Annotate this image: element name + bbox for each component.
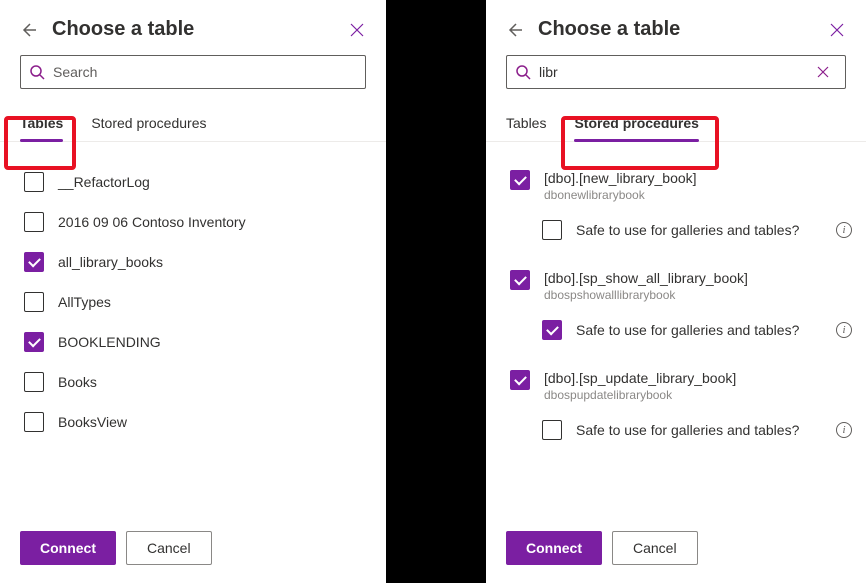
search-container <box>0 55 386 99</box>
cancel-button[interactable]: Cancel <box>126 531 212 565</box>
checkbox[interactable] <box>24 372 44 392</box>
proc-sublabel: dbospshowalllibrarybook <box>544 288 748 302</box>
proc-list[interactable]: [dbo].[new_library_book] dbonewlibraryboo… <box>486 142 866 519</box>
tab-tables[interactable]: Tables <box>20 105 63 141</box>
checkbox[interactable] <box>24 252 44 272</box>
checkbox[interactable] <box>24 212 44 232</box>
proc-group: [dbo].[new_library_book] dbonewlibraryboo… <box>510 162 852 250</box>
tab-tables[interactable]: Tables <box>506 105 546 141</box>
dialog-title: Choose a table <box>538 18 828 41</box>
checkbox[interactable] <box>24 412 44 432</box>
info-icon[interactable]: i <box>836 222 852 238</box>
dialog-choose-table-left: Choose a table Tables Stored procedures … <box>0 0 386 583</box>
safe-row[interactable]: Safe to use for galleries and tables? i <box>510 210 852 250</box>
safe-label: Safe to use for galleries and tables? <box>576 322 799 338</box>
back-icon[interactable] <box>506 20 526 40</box>
proc-label: [dbo].[new_library_book] <box>544 170 697 186</box>
tab-bar: Tables Stored procedures <box>486 105 866 142</box>
table-label: BooksView <box>58 414 127 430</box>
dialog-header: Choose a table <box>486 0 866 55</box>
search-box[interactable] <box>20 55 366 89</box>
dialog-header: Choose a table <box>0 0 386 55</box>
safe-row[interactable]: Safe to use for galleries and tables? i <box>510 310 852 350</box>
dialog-footer: Connect Cancel <box>0 519 386 583</box>
proc-label: [dbo].[sp_update_library_book] <box>544 370 736 386</box>
table-label: __RefactorLog <box>58 174 150 190</box>
safe-label: Safe to use for galleries and tables? <box>576 222 799 238</box>
search-box[interactable] <box>506 55 846 89</box>
proc-sublabel: dbonewlibrarybook <box>544 188 697 202</box>
proc-row[interactable]: [dbo].[sp_update_library_book] dbospupdat… <box>510 362 852 410</box>
dialog-footer: Connect Cancel <box>486 519 866 583</box>
table-row[interactable]: Books <box>24 362 372 402</box>
dialog-choose-table-right: Choose a table Tables Stored procedures … <box>486 0 866 583</box>
tab-stored-procedures[interactable]: Stored procedures <box>574 105 698 141</box>
search-input[interactable] <box>539 64 817 80</box>
connect-button[interactable]: Connect <box>20 531 116 565</box>
table-list[interactable]: __RefactorLog 2016 09 06 Contoso Inventor… <box>0 142 386 519</box>
table-row[interactable]: AllTypes <box>24 282 372 322</box>
info-icon[interactable]: i <box>836 422 852 438</box>
close-icon[interactable] <box>828 21 846 39</box>
checkbox[interactable] <box>542 220 562 240</box>
tab-stored-procedures[interactable]: Stored procedures <box>91 105 206 141</box>
safe-label: Safe to use for galleries and tables? <box>576 422 799 438</box>
safe-row[interactable]: Safe to use for galleries and tables? i <box>510 410 852 450</box>
proc-sublabel: dbospupdatelibrarybook <box>544 388 736 402</box>
checkbox[interactable] <box>510 370 530 390</box>
proc-row[interactable]: [dbo].[sp_show_all_library_book] dbospsho… <box>510 262 852 310</box>
checkbox[interactable] <box>24 332 44 352</box>
search-container <box>486 55 866 99</box>
proc-label: [dbo].[sp_show_all_library_book] <box>544 270 748 286</box>
search-input[interactable] <box>53 64 357 80</box>
table-row[interactable]: 2016 09 06 Contoso Inventory <box>24 202 372 242</box>
dialog-title: Choose a table <box>52 18 348 41</box>
table-row[interactable]: BooksView <box>24 402 372 442</box>
table-label: Books <box>58 374 97 390</box>
back-icon[interactable] <box>20 20 40 40</box>
table-label: BOOKLENDING <box>58 334 161 350</box>
table-row[interactable]: BOOKLENDING <box>24 322 372 362</box>
checkbox[interactable] <box>24 292 44 312</box>
checkbox[interactable] <box>542 320 562 340</box>
proc-group: [dbo].[sp_show_all_library_book] dbospsho… <box>510 262 852 350</box>
connect-button[interactable]: Connect <box>506 531 602 565</box>
checkbox[interactable] <box>510 170 530 190</box>
checkbox[interactable] <box>24 172 44 192</box>
search-icon <box>29 64 45 80</box>
tab-bar: Tables Stored procedures <box>0 105 386 142</box>
info-icon[interactable]: i <box>836 322 852 338</box>
cancel-button[interactable]: Cancel <box>612 531 698 565</box>
table-label: AllTypes <box>58 294 111 310</box>
checkbox[interactable] <box>542 420 562 440</box>
proc-group: [dbo].[sp_update_library_book] dbospupdat… <box>510 362 852 450</box>
search-icon <box>515 64 531 80</box>
table-row[interactable]: all_library_books <box>24 242 372 282</box>
table-label: all_library_books <box>58 254 163 270</box>
checkbox[interactable] <box>510 270 530 290</box>
clear-icon[interactable] <box>817 66 837 78</box>
proc-row[interactable]: [dbo].[new_library_book] dbonewlibraryboo… <box>510 162 852 210</box>
table-label: 2016 09 06 Contoso Inventory <box>58 214 246 230</box>
table-row[interactable]: __RefactorLog <box>24 162 372 202</box>
close-icon[interactable] <box>348 21 366 39</box>
